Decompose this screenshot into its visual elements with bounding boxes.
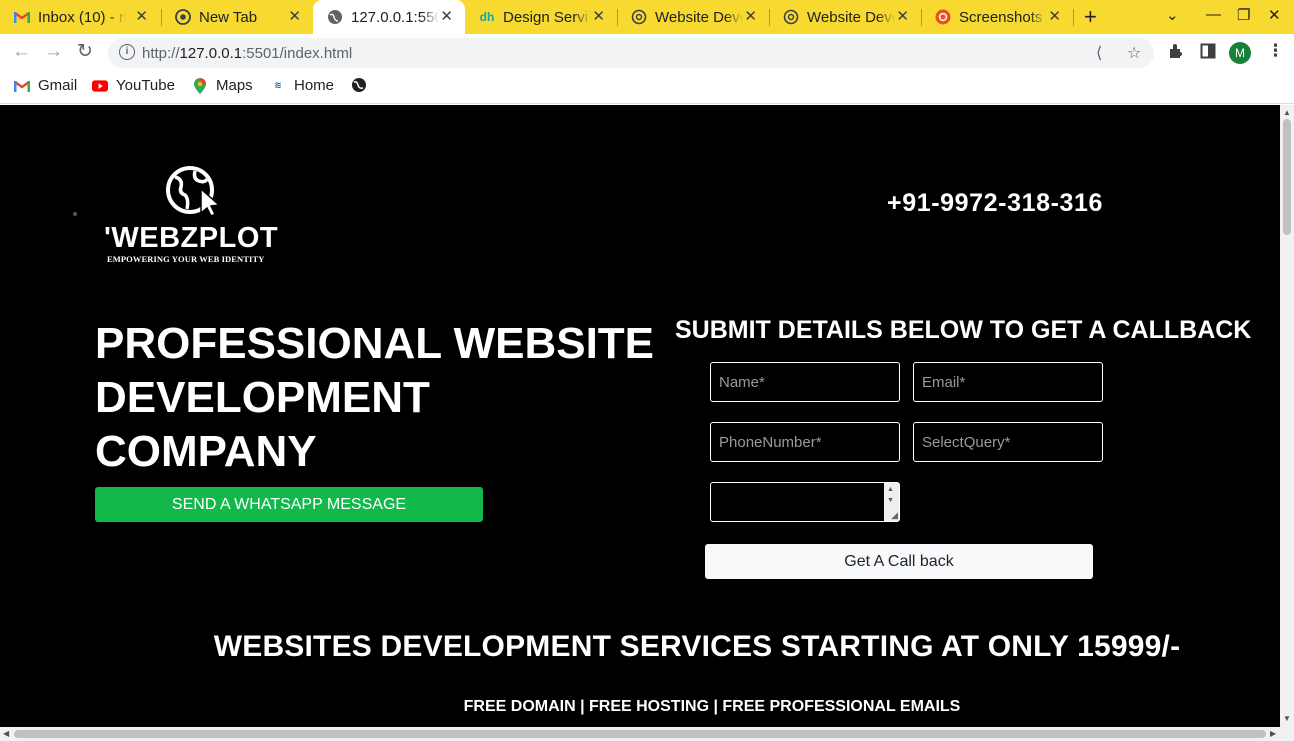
ubuntu-icon	[935, 9, 951, 25]
vertical-scrollbar[interactable]: ▲ ▼	[1280, 105, 1294, 727]
address-bar[interactable]: i http://127.0.0.1:5501/index.html ⟨ ☆	[108, 38, 1154, 68]
youtube-icon	[92, 78, 108, 94]
home-icon: ≋	[274, 80, 282, 90]
tab-new-tab[interactable]: New Tab ✕	[161, 0, 313, 34]
tab-title: Website Deve	[655, 8, 743, 26]
tab-website-dev-1[interactable]: Website Deve ✕	[617, 0, 769, 34]
restore-icon[interactable]: ❐	[1237, 6, 1250, 24]
scroll-down-icon[interactable]: ▼	[1283, 714, 1291, 723]
name-field[interactable]	[710, 362, 900, 402]
tab-title: Inbox (10) - m	[38, 8, 126, 26]
services-heading: WEBSITES DEVELOPMENT SERVICES STARTING A…	[213, 630, 1181, 663]
maps-icon	[192, 77, 208, 94]
extensions-icon[interactable]	[1168, 43, 1184, 64]
scrollbar-thumb[interactable]	[14, 730, 1266, 738]
bookmarks-bar: Gmail YouTube Maps ≋ Home	[0, 72, 1294, 104]
tab-separator	[1073, 9, 1074, 26]
whatsapp-button[interactable]: SEND A WHATSAPP MESSAGE	[95, 487, 483, 522]
horizontal-scrollbar[interactable]: ◀ ▶	[0, 727, 1294, 741]
forward-icon[interactable]: →	[44, 41, 63, 63]
chrome-icon	[175, 9, 191, 25]
avatar[interactable]: M	[1229, 42, 1251, 64]
back-icon[interactable]: ←	[12, 41, 31, 63]
close-icon[interactable]: ✕	[440, 8, 453, 26]
scrollbar-thumb[interactable]	[1283, 119, 1291, 235]
bookmark-gmail[interactable]: Gmail	[14, 77, 77, 94]
bookmark-home[interactable]: ≋ Home	[270, 77, 334, 94]
browser-toolbar: ← → ↻ i http://127.0.0.1:5501/index.html…	[0, 34, 1294, 72]
tab-gmail[interactable]: Inbox (10) - m ✕	[0, 0, 160, 34]
minimize-icon[interactable]: —	[1206, 6, 1221, 23]
new-tab-button[interactable]: +	[1084, 4, 1097, 30]
resize-handle-icon[interactable]: ◢	[891, 511, 898, 520]
phone-number[interactable]: +91-9972-318-316	[887, 189, 1103, 218]
bookmark-youtube[interactable]: YouTube	[92, 77, 175, 94]
site-info-icon[interactable]: i	[119, 44, 135, 60]
email-field[interactable]	[913, 362, 1103, 402]
tab-strip: Inbox (10) - m ✕ New Tab ✕ 127.0.0.1:550…	[0, 0, 1294, 34]
tab-title: Website Deve	[807, 8, 895, 26]
gmail-icon	[14, 9, 30, 25]
share-icon[interactable]: ⟨	[1096, 43, 1102, 63]
close-icon[interactable]: ✕	[1048, 8, 1061, 26]
reload-icon[interactable]: ↻	[77, 41, 93, 63]
dh-icon: dh	[479, 10, 495, 24]
bookmark-label: YouTube	[116, 77, 175, 94]
bookmark-maps[interactable]: Maps	[192, 77, 253, 94]
webflow-icon	[631, 9, 647, 25]
tab-title: New Tab	[199, 8, 258, 26]
bookmark-label: Home	[294, 77, 335, 94]
bookmark-globe[interactable]	[351, 77, 375, 93]
globe-icon	[351, 77, 367, 93]
tab-website-dev-2[interactable]: Website Deve ✕	[769, 0, 921, 34]
close-icon[interactable]: ✕	[288, 8, 301, 26]
hero-title: PROFESSIONAL WEBSITE DEVELOPMENT COMPANY	[95, 319, 655, 476]
scroll-down-icon[interactable]: ▼	[887, 497, 894, 504]
tab-design-services[interactable]: dh Design Servi ✕	[465, 0, 617, 34]
close-icon[interactable]: ✕	[896, 8, 909, 26]
tab-localhost[interactable]: 127.0.0.1:5501 ✕	[313, 0, 465, 34]
message-textarea[interactable]: ▲ ▼ ◢	[710, 482, 900, 522]
decorative-dot	[73, 212, 77, 216]
bookmark-star-icon[interactable]: ☆	[1127, 43, 1141, 63]
window-close-icon[interactable]: ✕	[1268, 6, 1281, 24]
query-field[interactable]	[913, 422, 1103, 462]
scroll-left-icon[interactable]: ◀	[3, 729, 9, 738]
bookmark-label: Gmail	[38, 77, 78, 94]
webflow-icon	[783, 9, 799, 25]
free-offers-line: FREE DOMAIN | FREE HOSTING | FREE PROFES…	[463, 698, 961, 715]
logo-globe-icon	[166, 166, 221, 217]
tab-screenshots[interactable]: Screenshots ✕	[921, 0, 1073, 34]
logo-wordmark: 'WEBZPLOT	[104, 222, 279, 254]
page-viewport: 'WEBZPLOT EMPOWERING YOUR WEB IDENTITY +…	[0, 105, 1280, 727]
callback-button[interactable]: Get A Call back	[705, 544, 1093, 579]
tab-title: Design Servi	[503, 8, 589, 26]
scroll-up-icon[interactable]: ▲	[1283, 108, 1291, 117]
scroll-up-icon[interactable]: ▲	[887, 486, 894, 493]
logo-tagline: EMPOWERING YOUR WEB IDENTITY	[107, 254, 265, 264]
form-title: SUBMIT DETAILS BELOW TO GET A CALLBACK	[675, 316, 1252, 344]
bookmark-label: Maps	[216, 77, 253, 94]
tab-title: Screenshots	[959, 8, 1043, 26]
side-panel-icon[interactable]	[1200, 43, 1216, 64]
tab-search-icon[interactable]: ⌄	[1166, 6, 1179, 24]
gmail-icon	[14, 78, 30, 94]
globe-icon	[327, 9, 343, 25]
phone-field[interactable]	[710, 422, 900, 462]
close-icon[interactable]: ✕	[592, 8, 605, 26]
close-icon[interactable]: ✕	[744, 8, 757, 26]
url-text: http://127.0.0.1:5501/index.html	[142, 45, 353, 62]
close-icon[interactable]: ✕	[135, 8, 148, 26]
tab-title: 127.0.0.1:5501	[351, 8, 439, 26]
scroll-right-icon[interactable]: ▶	[1270, 729, 1276, 738]
menu-kebab-icon[interactable]: ⋮	[1267, 41, 1284, 61]
